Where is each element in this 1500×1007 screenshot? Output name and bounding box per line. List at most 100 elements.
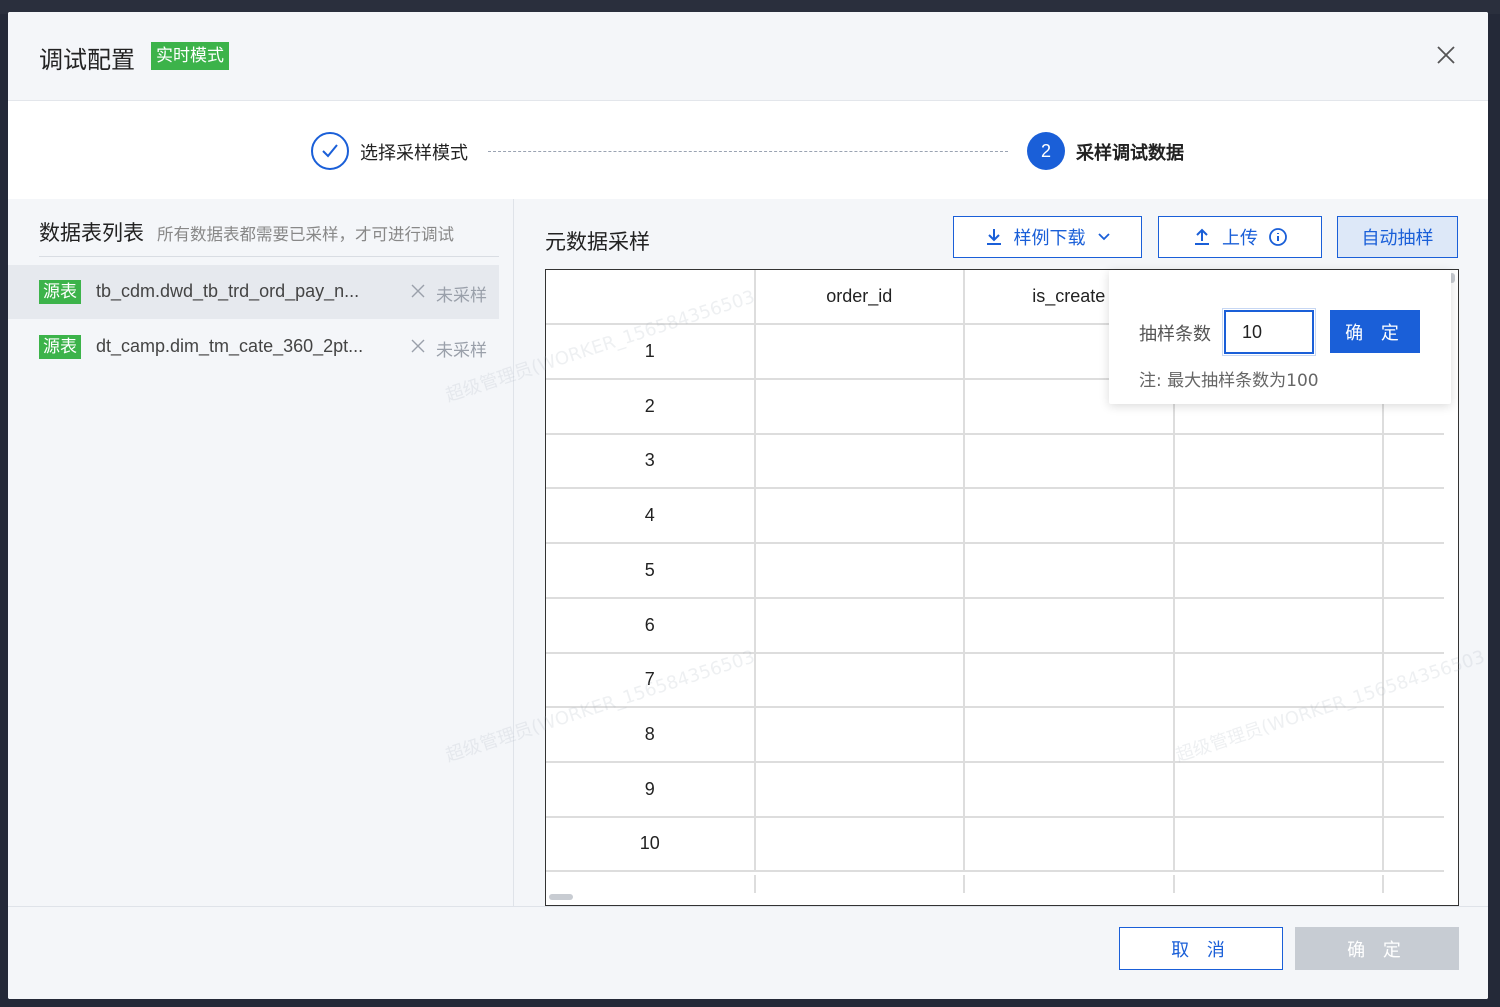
grid-cell[interactable] — [965, 598, 1175, 652]
divider — [39, 256, 499, 257]
grid-cell[interactable] — [756, 817, 965, 871]
grid-cell[interactable] — [756, 653, 965, 707]
dialog-title: 调试配置 — [39, 46, 135, 74]
table-row: 10 — [546, 817, 1444, 873]
backdrop-right — [1488, 14, 1500, 1007]
grid-cell[interactable] — [965, 434, 1175, 488]
grid-cell[interactable] — [1175, 817, 1384, 871]
column-header[interactable]: order_id — [756, 270, 965, 323]
sample-download-button[interactable]: 样例下载 — [953, 216, 1142, 258]
row-number: 5 — [546, 543, 756, 597]
table-row: 3 — [546, 434, 1444, 490]
table-list-title: 数据表列表 — [39, 221, 144, 245]
debug-config-dialog: 调试配置 实时模式 选择采样模式 2 采样调试数据 数据表列表 所有数据表都需要… — [8, 12, 1488, 999]
grid-cell — [965, 875, 1175, 893]
grid-cell[interactable] — [756, 598, 965, 652]
column-header — [546, 270, 756, 323]
step-label-select-mode: 选择采样模式 — [360, 143, 468, 164]
grid-cell[interactable] — [1175, 762, 1384, 816]
sample-download-label: 样例下载 — [1013, 228, 1086, 249]
table-list-item[interactable]: 源表 dt_camp.dim_tm_cate_360_2pt... 未采样 — [8, 320, 499, 374]
upload-button[interactable]: 上传 — [1158, 216, 1322, 258]
grid-cell[interactable] — [1175, 598, 1384, 652]
close-icon[interactable] — [1434, 43, 1458, 67]
grid-cell[interactable] — [1175, 434, 1384, 488]
grid-cell[interactable] — [1384, 763, 1444, 816]
cancel-button[interactable]: 取 消 — [1119, 927, 1283, 970]
sample-count-input[interactable] — [1222, 308, 1316, 356]
grid-cell[interactable] — [1175, 489, 1384, 543]
grid-cell[interactable] — [756, 707, 965, 761]
table-list-item[interactable]: 源表 tb_cdm.dwd_tb_trd_ord_pay_n... 未采样 — [8, 265, 499, 319]
download-icon — [986, 229, 1001, 245]
grid-cell[interactable] — [1175, 653, 1384, 707]
table-row: 4 — [546, 489, 1444, 545]
grid-cell[interactable] — [1384, 489, 1444, 542]
grid-cell[interactable] — [965, 762, 1175, 816]
check-icon — [322, 144, 338, 158]
row-number: 9 — [546, 762, 756, 816]
grid-cell[interactable] — [756, 543, 965, 597]
not-sampled-icon — [411, 339, 425, 353]
backdrop-left — [0, 14, 8, 1007]
row-number: 7 — [546, 653, 756, 707]
info-icon — [1269, 228, 1287, 246]
not-sampled-icon — [411, 284, 425, 298]
sample-status: 未采样 — [436, 286, 487, 306]
grid-cell[interactable] — [965, 543, 1175, 597]
grid-cell[interactable] — [965, 653, 1175, 707]
grid-cell[interactable] — [1384, 817, 1444, 870]
row-number: 2 — [546, 379, 756, 433]
step-connector — [488, 151, 1008, 152]
grid-cell[interactable] — [965, 817, 1175, 871]
table-name: dt_camp.dim_tm_cate_360_2pt... — [96, 336, 364, 356]
grid-cell[interactable] — [965, 489, 1175, 543]
mode-badge: 实时模式 — [151, 42, 229, 70]
grid-cell[interactable] — [1175, 707, 1384, 761]
grid-cell — [1175, 875, 1384, 893]
ok-button[interactable]: 确 定 — [1295, 927, 1459, 970]
chevron-down-icon — [1097, 233, 1110, 241]
auto-sample-button[interactable]: 自动抽样 — [1337, 216, 1458, 258]
dialog-footer: 取 消 确 定 — [8, 906, 1488, 999]
grid-cell[interactable] — [756, 325, 965, 378]
grid-cell[interactable] — [756, 379, 965, 433]
table-row: 7 — [546, 653, 1444, 709]
table-row: 8 — [546, 707, 1444, 763]
table-list-hint: 所有数据表都需要已采样，才可进行调试 — [157, 225, 454, 244]
table-name: tb_cdm.dwd_tb_trd_ord_pay_n... — [96, 281, 360, 301]
horizontal-scrollbar[interactable] — [549, 894, 573, 900]
grid-cell[interactable] — [1384, 708, 1444, 761]
upload-label: 上传 — [1222, 228, 1258, 249]
grid-cell[interactable] — [965, 707, 1175, 761]
table-row: 6 — [546, 598, 1444, 654]
grid-cell[interactable] — [756, 434, 965, 488]
grid-cell[interactable] — [756, 489, 965, 543]
grid-cell[interactable] — [1175, 543, 1384, 597]
grid-cell — [756, 875, 965, 893]
sampling-title: 元数据采样 — [545, 230, 650, 254]
row-number: 4 — [546, 489, 756, 543]
sample-confirm-button[interactable]: 确 定 — [1330, 310, 1420, 353]
grid-cell[interactable] — [1384, 434, 1444, 487]
sample-count-label: 抽样条数 — [1139, 324, 1211, 345]
step-done-indicator — [311, 132, 349, 170]
row-number: 1 — [546, 325, 756, 378]
grid-cell[interactable] — [1384, 544, 1444, 597]
grid-cell[interactable] — [1384, 599, 1444, 652]
grid-tail — [546, 875, 1444, 893]
step-number: 2 — [1027, 132, 1065, 170]
grid-cell[interactable] — [756, 762, 965, 816]
sample-count-popover: 抽样条数 确 定 注: 最大抽样条数为100 — [1109, 270, 1451, 404]
row-number: 3 — [546, 434, 756, 488]
upload-icon — [1195, 228, 1209, 245]
dialog-header: 调试配置 实时模式 — [8, 12, 1488, 101]
grid-cell — [1384, 875, 1444, 893]
source-tag: 源表 — [39, 335, 81, 359]
grid-cell — [546, 875, 756, 893]
grid-cell[interactable] — [1384, 653, 1444, 706]
backdrop-bottom — [0, 999, 1500, 1007]
source-tag: 源表 — [39, 280, 81, 304]
sample-count-note: 注: 最大抽样条数为100 — [1139, 371, 1319, 391]
table-row: 5 — [546, 543, 1444, 599]
